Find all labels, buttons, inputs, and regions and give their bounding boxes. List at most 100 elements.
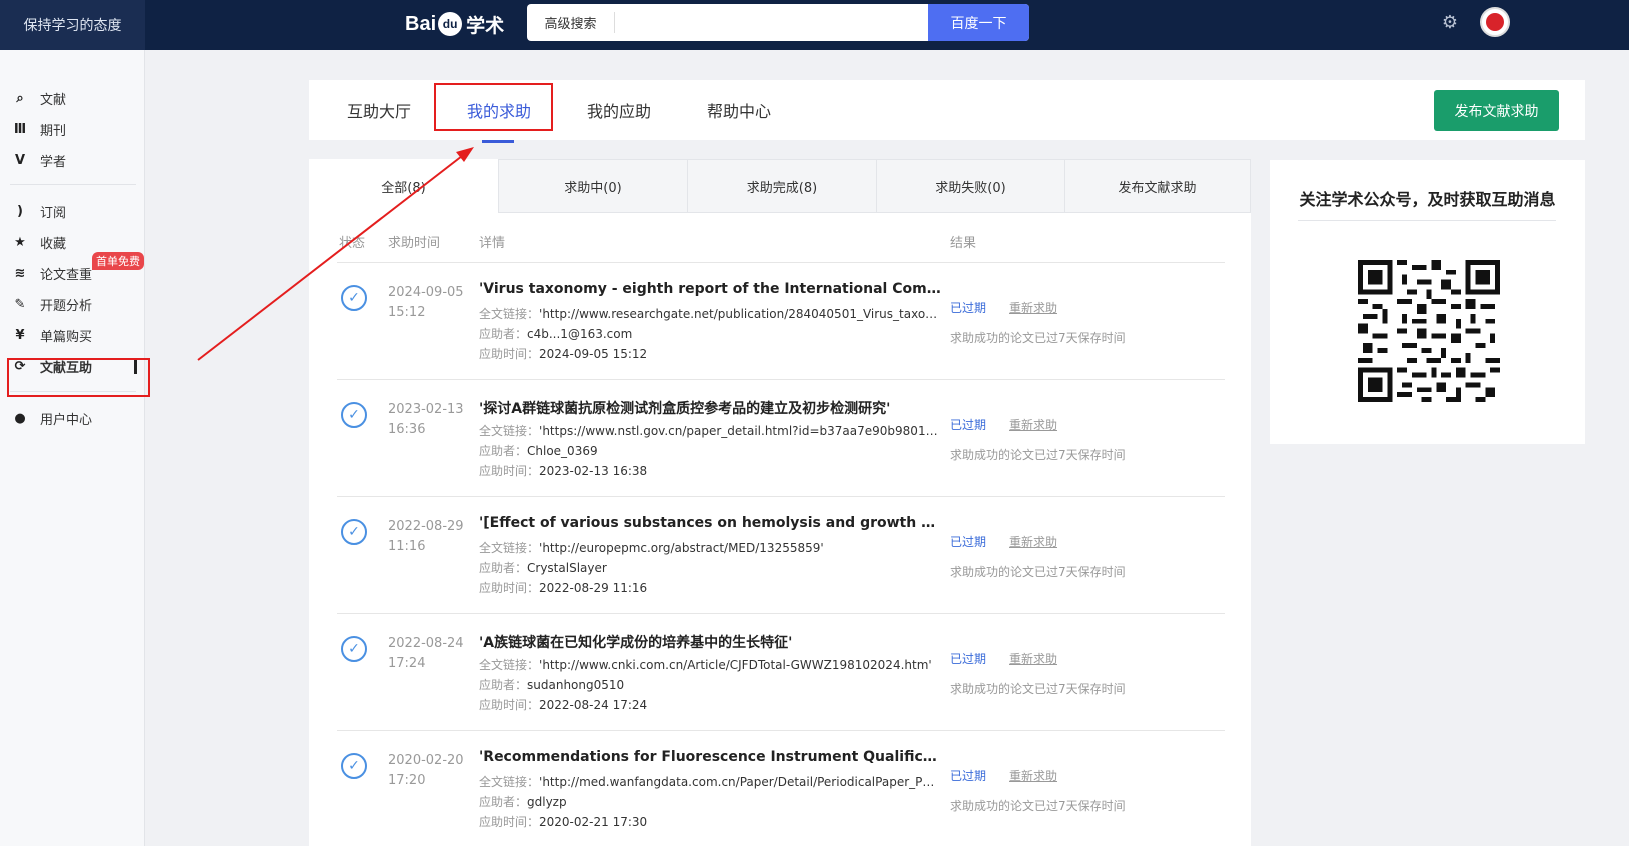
- search-button[interactable]: 百度一下: [928, 4, 1029, 41]
- helper-name: Chloe_0369: [527, 444, 598, 458]
- sidebar-item-subscribe[interactable]: ) 订阅: [0, 197, 145, 225]
- request-time: 2024-09-05 15:12: [388, 283, 464, 323]
- retry-request-link[interactable]: 重新求助: [1009, 416, 1057, 433]
- request-clock: 15:12: [388, 305, 426, 320]
- gear-icon[interactable]: ⚙: [1440, 13, 1460, 33]
- avatar[interactable]: [1480, 7, 1510, 37]
- helper-label: 应助者：: [479, 444, 528, 458]
- table-row: ✓ 2022-08-29 11:16 '[Effect of various su…: [309, 497, 1251, 614]
- helper-label: 应助者：: [479, 561, 528, 575]
- table-row: ✓ 2020-02-20 17:20 'Recommendations for F…: [309, 731, 1251, 846]
- column-header-time: 求助时间: [388, 236, 441, 251]
- sidebar: ⌕ 文献 Ⅲ 期刊 V 学者 ) 订阅 ★ 收藏 ≋ 论文查重 首单免费 ✎ 开…: [0, 50, 145, 846]
- sub-tab-in-progress[interactable]: 求助中(0): [498, 159, 688, 213]
- expired-status: 已过期: [950, 769, 987, 783]
- fulltext-label: 全文链接：: [479, 775, 540, 789]
- sidebar-item-scholars[interactable]: V 学者: [0, 146, 145, 174]
- help-time-label: 应助时间：: [479, 347, 540, 361]
- expired-status: 已过期: [950, 301, 987, 315]
- help-time-label: 应助时间：: [479, 815, 540, 829]
- helper-line: 应助者：Chloe_0369: [479, 442, 941, 459]
- sidebar-item-label: 收藏: [40, 236, 67, 252]
- sidebar-item-single-purchase[interactable]: ¥ 单篇购买: [0, 321, 145, 349]
- fulltext-label: 全文链接：: [479, 658, 540, 672]
- fulltext-link[interactable]: 'https://www.nstl.gov.cn/paper_detail.ht…: [539, 424, 941, 438]
- request-date: 2020-02-20: [388, 753, 464, 768]
- fulltext-label: 全文链接：: [479, 541, 540, 555]
- helper-name: CrystalSlayer: [527, 561, 607, 575]
- paper-title[interactable]: '探讨A群链球菌抗原检测试剂盒质控参考品的建立及初步检测研究': [479, 398, 941, 418]
- request-date: 2022-08-24: [388, 636, 464, 651]
- highlight-box-tab: [434, 83, 553, 131]
- retry-request-link[interactable]: 重新求助: [1009, 650, 1057, 667]
- advanced-search-link[interactable]: 高级搜索: [527, 12, 615, 33]
- request-time: 2023-02-13 16:36: [388, 400, 464, 440]
- request-clock: 17:20: [388, 773, 426, 788]
- request-time: 2020-02-20 17:20: [388, 751, 464, 791]
- sidebar-item-papers[interactable]: ⌕ 文献: [0, 84, 145, 112]
- helper-name: c4b...1@163.com: [527, 327, 633, 341]
- retry-request-link[interactable]: 重新求助: [1009, 767, 1057, 784]
- help-time-value: 2020-02-21 17:30: [539, 815, 648, 829]
- publish-request-button[interactable]: 发布文献求助: [1434, 90, 1559, 131]
- expired-status: 已过期: [950, 652, 987, 666]
- top-bar: 保持学习的态度 Bai du 学术 高级搜索 百度一下 ⚙: [0, 0, 1629, 50]
- sidebar-item-user-center[interactable]: ● 用户中心: [0, 404, 145, 432]
- helper-line: 应助者：CrystalSlayer: [479, 559, 941, 576]
- sub-tab-all[interactable]: 全部(8): [309, 159, 499, 213]
- paper-title[interactable]: 'Virus taxonomy - eighth report of the I…: [479, 281, 941, 297]
- fulltext-link[interactable]: 'http://www.researchgate.net/publication…: [539, 307, 941, 321]
- fulltext-link-line: 全文链接：'http://med.wanfangdata.com.cn/Pape…: [479, 773, 941, 790]
- expiry-note: 求助成功的论文已过7天保存时间: [950, 682, 1126, 696]
- sub-tab-publish[interactable]: 发布文献求助: [1064, 159, 1251, 213]
- check-circle-icon: ✓: [341, 285, 367, 311]
- sidebar-item-label: 单篇购买: [40, 329, 93, 345]
- expired-status: 已过期: [950, 418, 987, 432]
- sidebar-item-label: 开题分析: [40, 298, 93, 314]
- sidebar-item-label: 订阅: [40, 205, 67, 221]
- baidu-xueshu-logo[interactable]: Bai du 学术: [405, 6, 504, 42]
- fulltext-link[interactable]: 'http://www.cnki.com.cn/Article/CJFDTota…: [539, 658, 932, 672]
- paper-title[interactable]: 'Recommendations for Fluorescence Instru…: [479, 749, 941, 765]
- user-icon: ●: [14, 410, 26, 426]
- free-first-order-badge: 首单免费: [92, 252, 144, 270]
- helper-line: 应助者：sudanhong0510: [479, 676, 941, 693]
- helper-name: sudanhong0510: [527, 678, 625, 692]
- star-icon: ★: [14, 234, 26, 250]
- paper-title[interactable]: 'A族链球菌在已知化学成份的培养基中的生长特征': [479, 632, 941, 652]
- logo-text-bai: Bai: [405, 12, 437, 35]
- helper-line: 应助者：c4b...1@163.com: [479, 325, 941, 342]
- logo-paw-icon: du: [438, 12, 463, 36]
- books-icon: Ⅲ: [13, 121, 27, 137]
- sidebar-item-label: 文献: [40, 92, 67, 108]
- help-time-line: 应助时间：2023-02-13 16:38: [479, 462, 941, 479]
- request-date: 2024-09-05: [388, 285, 464, 300]
- tab-help-hall[interactable]: 互助大厅: [347, 98, 411, 122]
- request-clock: 16:36: [388, 422, 426, 437]
- qr-code-image: [1358, 260, 1500, 402]
- sidebar-item-topic-analysis[interactable]: ✎ 开题分析: [0, 290, 145, 318]
- help-time-line: 应助时间：2022-08-24 17:24: [479, 696, 941, 713]
- search-input[interactable]: [615, 4, 928, 41]
- fulltext-link[interactable]: 'http://med.wanfangdata.com.cn/Paper/Det…: [539, 775, 941, 789]
- retry-request-link[interactable]: 重新求助: [1009, 533, 1057, 550]
- retry-request-link[interactable]: 重新求助: [1009, 299, 1057, 316]
- request-clock: 11:16: [388, 539, 426, 554]
- tab-help-center[interactable]: 帮助中心: [707, 98, 771, 122]
- qr-code-card: 关注学术公众号，及时获取互助消息: [1270, 160, 1585, 444]
- search-icon: ⌕: [16, 90, 24, 106]
- help-time-value: 2022-08-29 11:16: [539, 581, 648, 595]
- help-time-line: 应助时间：2020-02-21 17:30: [479, 813, 941, 830]
- sidebar-item-journals[interactable]: Ⅲ 期刊: [0, 115, 145, 143]
- sidebar-item-label: 学者: [40, 154, 67, 170]
- tab-my-responses[interactable]: 我的应助: [587, 98, 651, 122]
- fulltext-link-line: 全文链接：'https://www.nstl.gov.cn/paper_deta…: [479, 422, 941, 439]
- paper-title[interactable]: '[Effect of various substances on hemoly…: [479, 515, 941, 531]
- sub-tab-completed[interactable]: 求助完成(8): [687, 159, 877, 213]
- request-time: 2022-08-29 11:16: [388, 517, 464, 557]
- fulltext-link-line: 全文链接：'http://www.cnki.com.cn/Article/CJF…: [479, 656, 941, 673]
- sub-tab-failed[interactable]: 求助失败(0): [876, 159, 1065, 213]
- fulltext-link-line: 全文链接：'http://www.researchgate.net/public…: [479, 305, 941, 322]
- fulltext-link[interactable]: 'http://europepmc.org/abstract/MED/13255…: [539, 541, 824, 555]
- expiry-note: 求助成功的论文已过7天保存时间: [950, 799, 1126, 813]
